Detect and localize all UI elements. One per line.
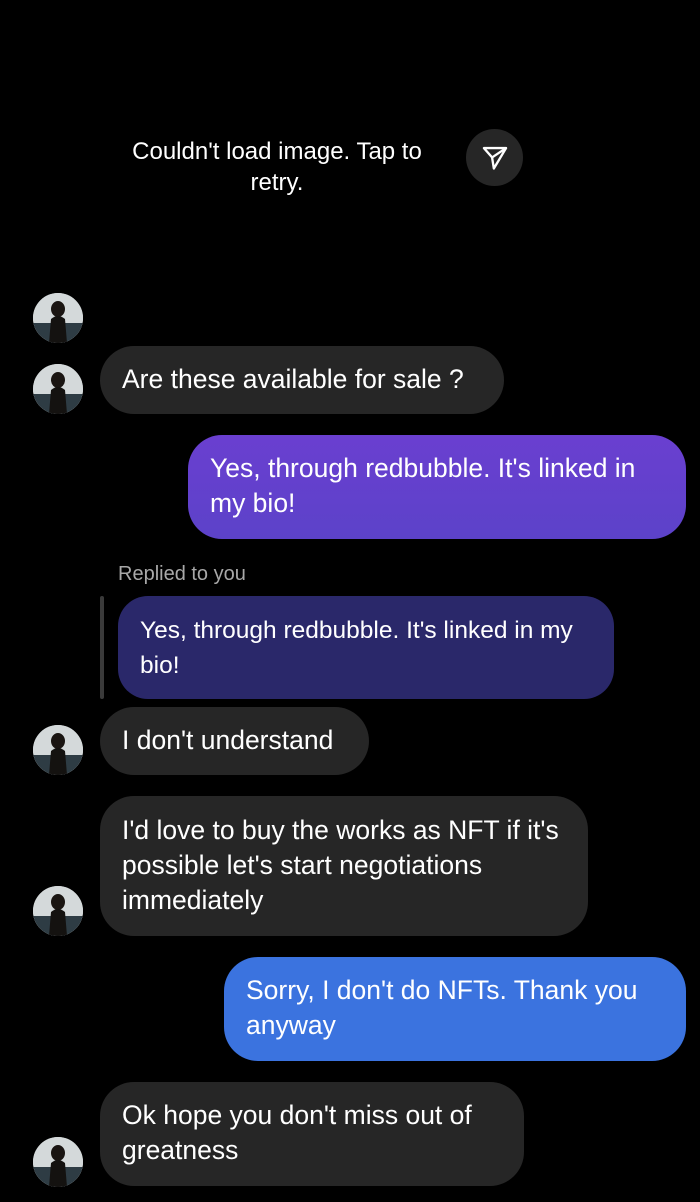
message-bubble-outgoing[interactable]: Sorry, I don't do NFTs. Thank you anyway — [224, 957, 686, 1061]
image-load-error-text[interactable]: Couldn't load image. Tap to retry. — [118, 136, 436, 198]
quoted-message[interactable]: Yes, through redbubble. It's linked in m… — [118, 596, 614, 699]
message-bubble-incoming[interactable]: I don't understand — [100, 707, 369, 775]
paper-plane-icon — [482, 146, 507, 170]
sender-avatar[interactable] — [33, 293, 83, 343]
message-bubble-incoming[interactable]: Are these available for sale ? — [100, 346, 504, 414]
sender-avatar[interactable] — [33, 1137, 83, 1187]
message-bubble-outgoing[interactable]: Yes, through redbubble. It's linked in m… — [188, 435, 686, 539]
message-bubble-incoming[interactable]: I'd love to buy the works as NFT if it's… — [100, 796, 588, 936]
reply-caption: Replied to you — [118, 563, 246, 585]
sender-avatar[interactable] — [33, 725, 83, 775]
sender-avatar[interactable] — [33, 886, 83, 936]
sender-avatar[interactable] — [33, 364, 83, 414]
share-button[interactable] — [466, 129, 523, 186]
reply-indicator-bar — [100, 596, 104, 699]
message-bubble-incoming[interactable]: Ok hope you don't miss out of greatness — [100, 1082, 524, 1186]
